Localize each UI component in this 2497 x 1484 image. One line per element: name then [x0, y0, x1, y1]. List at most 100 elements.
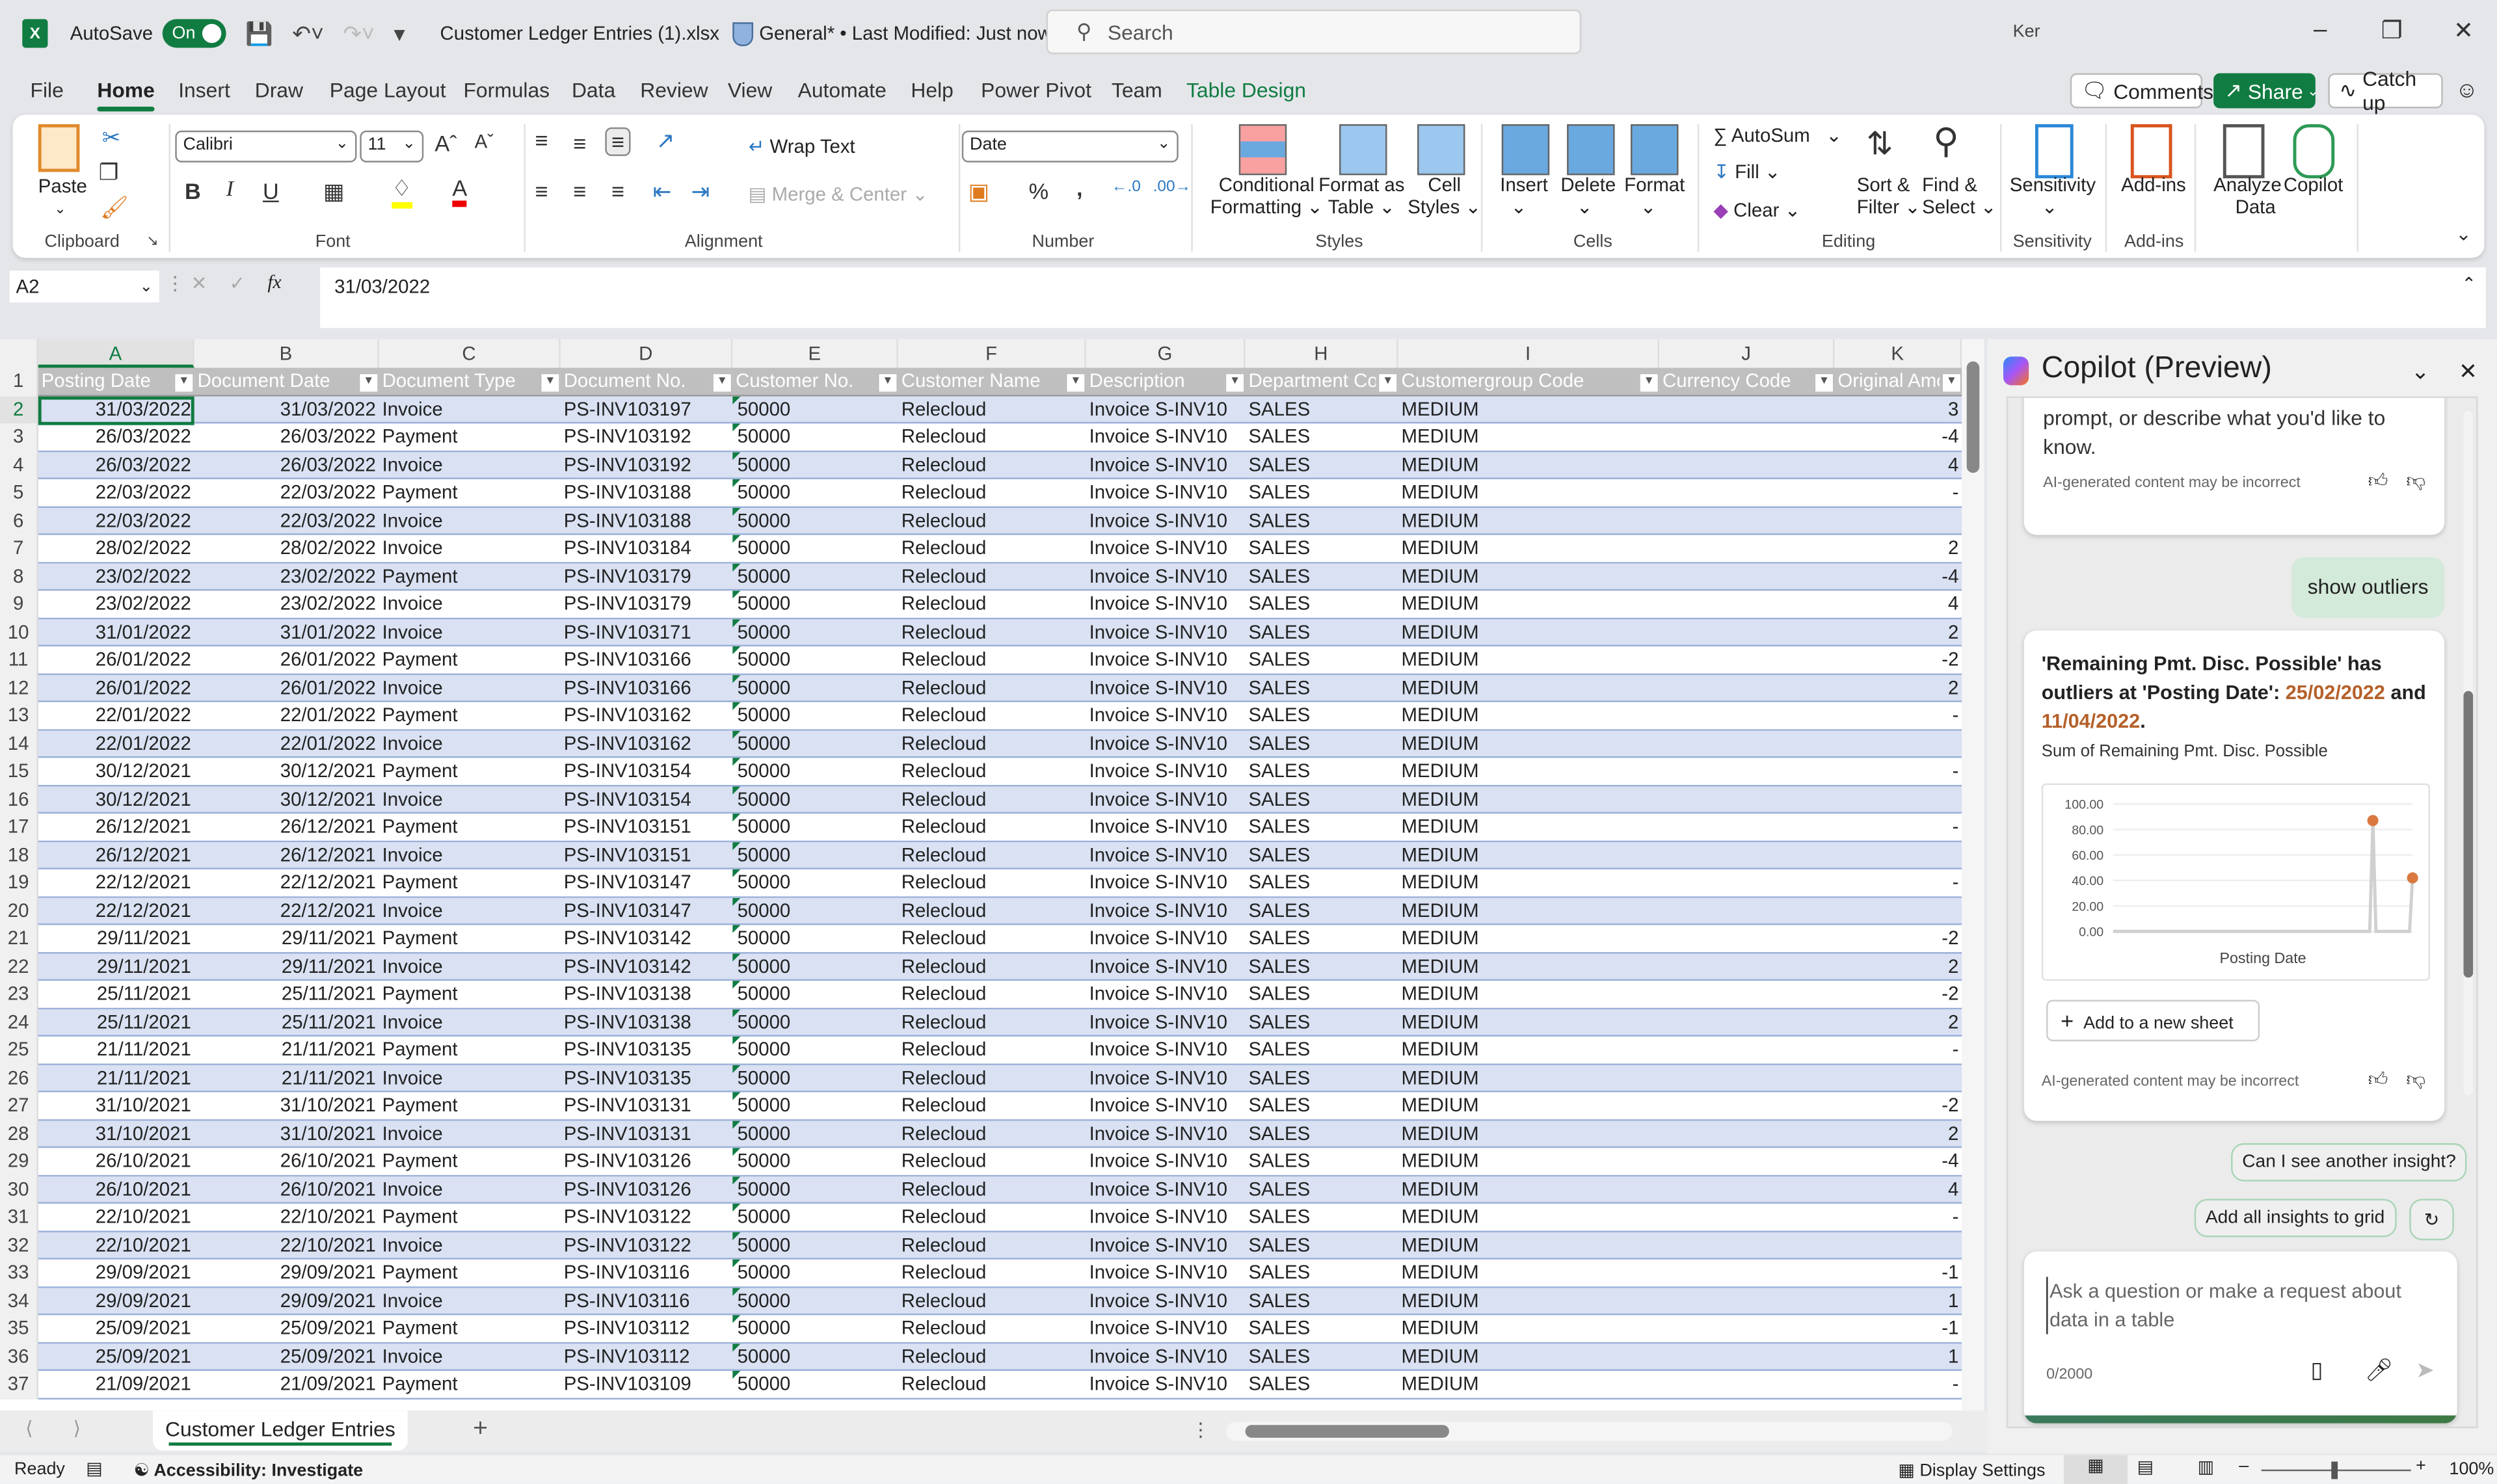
- cell[interactable]: PS-INV103188: [561, 507, 732, 535]
- cell[interactable]: MEDIUM: [1398, 1009, 1660, 1036]
- row-header[interactable]: 19: [0, 869, 38, 897]
- close-pane-icon[interactable]: ✕: [2459, 358, 2477, 386]
- filter-dropdown-icon[interactable]: ▼: [1941, 372, 1962, 393]
- row-header[interactable]: 30: [0, 1176, 38, 1204]
- cell[interactable]: -: [1834, 1037, 1962, 1064]
- cell[interactable]: MEDIUM: [1398, 646, 1660, 674]
- filter-dropdown-icon[interactable]: ▼: [173, 372, 194, 393]
- cell[interactable]: 50000: [732, 702, 898, 730]
- cell[interactable]: PS-INV103179: [561, 590, 732, 618]
- cell[interactable]: 50000: [732, 1287, 898, 1314]
- cell[interactable]: 50000: [732, 1092, 898, 1120]
- filter-dropdown-icon[interactable]: ▼: [358, 372, 379, 393]
- cell[interactable]: Invoice S-INV10: [1086, 1343, 1246, 1370]
- cell[interactable]: 26/03/2022: [38, 451, 194, 479]
- cell[interactable]: Relecloud: [898, 897, 1086, 925]
- cell[interactable]: [1659, 1176, 1834, 1203]
- cell[interactable]: PS-INV103188: [561, 479, 732, 507]
- cell[interactable]: Invoice S-INV10: [1086, 981, 1246, 1008]
- cell[interactable]: MEDIUM: [1398, 451, 1660, 479]
- cell[interactable]: 31/10/2021: [194, 1120, 379, 1147]
- cell[interactable]: SALES: [1246, 869, 1398, 897]
- cell[interactable]: [1659, 814, 1834, 841]
- cell[interactable]: Relecloud: [898, 646, 1086, 674]
- cell[interactable]: Invoice S-INV10: [1086, 1371, 1246, 1398]
- cell[interactable]: Invoice S-INV10: [1086, 1120, 1246, 1147]
- cell[interactable]: 30/12/2021: [38, 786, 194, 813]
- filter-dropdown-icon[interactable]: ▼: [712, 372, 733, 393]
- cell[interactable]: [1659, 395, 1834, 423]
- cell[interactable]: [1659, 786, 1834, 813]
- cell[interactable]: Relecloud: [898, 479, 1086, 507]
- cell[interactable]: 26/03/2022: [194, 451, 379, 479]
- clear-button[interactable]: ◆ Clear ⌄: [1713, 199, 1800, 221]
- cell[interactable]: -: [1834, 814, 1962, 841]
- cell[interactable]: [1659, 1037, 1834, 1064]
- underline-icon[interactable]: U: [263, 178, 279, 204]
- cell[interactable]: [1659, 451, 1834, 479]
- cell[interactable]: Relecloud: [898, 1232, 1086, 1259]
- cell[interactable]: PS-INV103162: [561, 730, 732, 758]
- cell[interactable]: 22/01/2022: [38, 702, 194, 730]
- cell[interactable]: Invoice: [379, 507, 561, 535]
- cell[interactable]: [1834, 897, 1962, 925]
- cell[interactable]: MEDIUM: [1398, 1315, 1660, 1342]
- cell[interactable]: 21/11/2021: [194, 1037, 379, 1064]
- column-title[interactable]: Document Type: [379, 368, 539, 395]
- cell[interactable]: 23/02/2022: [194, 590, 379, 618]
- cell[interactable]: Relecloud: [898, 702, 1086, 730]
- column-header-g[interactable]: G: [1086, 339, 1246, 368]
- horizontal-scroll-thumb[interactable]: [1245, 1425, 1449, 1438]
- tab-power-pivot[interactable]: Power Pivot: [981, 78, 1091, 102]
- customize-qat-icon[interactable]: ▾: [394, 20, 405, 47]
- cell[interactable]: MEDIUM: [1398, 590, 1660, 618]
- tab-page-layout[interactable]: Page Layout: [330, 78, 446, 102]
- cell[interactable]: MEDIUM: [1398, 423, 1660, 451]
- borders-icon[interactable]: ▦: [323, 178, 344, 205]
- collapse-ribbon-icon[interactable]: ⌄: [2455, 223, 2472, 245]
- cell[interactable]: 25/09/2021: [38, 1343, 194, 1370]
- cell[interactable]: PS-INV103171: [561, 618, 732, 646]
- cell[interactable]: MEDIUM: [1398, 981, 1660, 1008]
- cell[interactable]: MEDIUM: [1398, 674, 1660, 702]
- column-header-d[interactable]: D: [560, 339, 733, 368]
- cell[interactable]: 23/02/2022: [38, 590, 194, 618]
- cell[interactable]: Relecloud: [898, 1148, 1086, 1175]
- cell[interactable]: SALES: [1246, 814, 1398, 841]
- cell[interactable]: 2: [1834, 1009, 1962, 1036]
- column-header-j[interactable]: J: [1659, 339, 1835, 368]
- increase-decimal-icon[interactable]: ←.0: [1112, 178, 1141, 196]
- cell[interactable]: [1659, 925, 1834, 952]
- cell[interactable]: 21/09/2021: [194, 1371, 379, 1398]
- cell[interactable]: SALES: [1246, 1232, 1398, 1259]
- cell[interactable]: 30/12/2021: [38, 758, 194, 785]
- row-header[interactable]: 1: [0, 367, 38, 396]
- cell[interactable]: 1: [1834, 1343, 1962, 1370]
- cell[interactable]: PS-INV103116: [561, 1287, 732, 1314]
- cell[interactable]: SALES: [1246, 702, 1398, 730]
- row-header[interactable]: 33: [0, 1259, 38, 1288]
- cell[interactable]: SALES: [1246, 1037, 1398, 1064]
- insert-button[interactable]: Insert ⌄: [1500, 174, 1547, 219]
- tab-view[interactable]: View: [728, 78, 772, 102]
- cell[interactable]: Relecloud: [898, 1120, 1086, 1147]
- cell[interactable]: PS-INV103116: [561, 1260, 732, 1287]
- cell[interactable]: Invoice: [379, 535, 561, 563]
- cell[interactable]: [1659, 897, 1834, 925]
- cell[interactable]: 29/11/2021: [194, 925, 379, 952]
- cell[interactable]: Relecloud: [898, 1315, 1086, 1342]
- cell[interactable]: -1: [1834, 1260, 1962, 1287]
- cell[interactable]: 50000: [732, 618, 898, 646]
- suggestion-another-insight[interactable]: Can I see another insight?: [2231, 1143, 2468, 1182]
- cell[interactable]: SALES: [1246, 535, 1398, 563]
- cell[interactable]: [1659, 1065, 1834, 1092]
- cell[interactable]: MEDIUM: [1398, 507, 1660, 535]
- row-header[interactable]: 29: [0, 1148, 38, 1176]
- cell[interactable]: [1659, 674, 1834, 702]
- cell[interactable]: Relecloud: [898, 395, 1086, 423]
- cell[interactable]: MEDIUM: [1398, 1204, 1660, 1231]
- row-header[interactable]: 18: [0, 841, 38, 869]
- cell[interactable]: MEDIUM: [1398, 1176, 1660, 1203]
- row-header[interactable]: 9: [0, 590, 38, 619]
- cell[interactable]: 2: [1834, 535, 1962, 563]
